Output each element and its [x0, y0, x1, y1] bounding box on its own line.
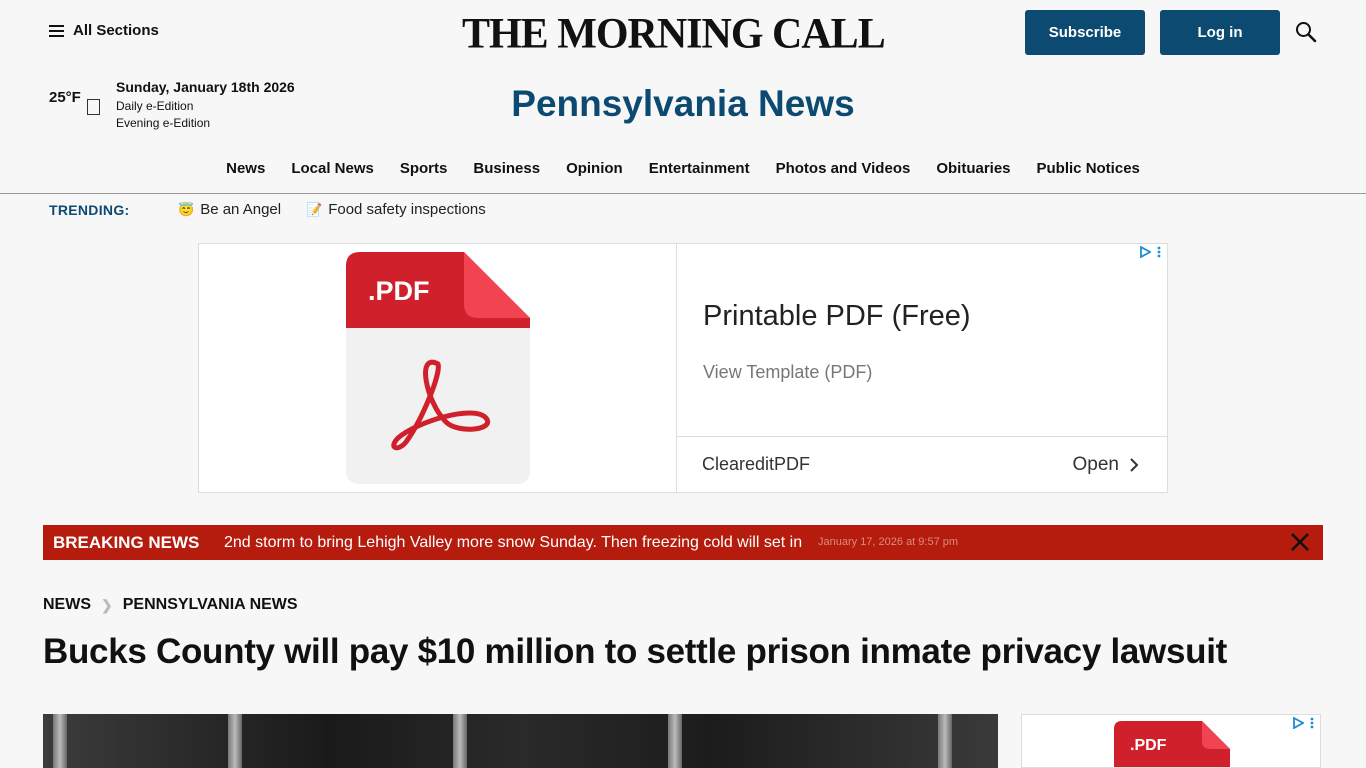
article-headline: Bucks County will pay $10 million to set… — [43, 632, 1227, 671]
chevron-right-icon — [1130, 458, 1139, 472]
nav-item-entertainment[interactable]: Entertainment — [636, 160, 763, 177]
all-sections-label: All Sections — [73, 22, 159, 39]
ad-brand[interactable]: CleareditPDF — [702, 454, 810, 475]
nav-item-sports[interactable]: Sports — [387, 160, 461, 177]
pdf-label: .PDF — [368, 276, 430, 306]
trending-label: TRENDING: — [49, 202, 130, 218]
image-cell-bar — [453, 714, 467, 768]
masthead-logo[interactable]: THE MORNING CALL — [462, 10, 886, 59]
side-ad[interactable]: .PDF — [1021, 714, 1321, 768]
chevron-right-icon: ❯ — [101, 596, 113, 613]
hamburger-icon — [49, 24, 64, 37]
section-title: Pennsylvania News — [511, 83, 855, 124]
breadcrumb: NEWS ❯ PENNSYLVANIA NEWS — [43, 596, 298, 614]
ad-open-label: Open — [1072, 454, 1119, 475]
login-button[interactable]: Log in — [1160, 10, 1280, 55]
ad-footer: CleareditPDF Open — [677, 436, 1167, 492]
adchoices-controls[interactable] — [1139, 246, 1161, 258]
breaking-news-link[interactable]: 2nd storm to bring Lehigh Valley more sn… — [224, 534, 802, 552]
breaking-news-timestamp: January 17, 2026 at 9:57 pm — [818, 536, 959, 548]
nav-divider — [0, 193, 1366, 194]
trending-item-label: Be an Angel — [200, 201, 282, 218]
nav-item-local-news[interactable]: Local News — [278, 160, 387, 177]
nav-item-public-notices[interactable]: Public Notices — [1024, 160, 1153, 177]
pdf-file-icon: .PDF — [1114, 721, 1230, 767]
trending-item-label: Food safety inspections — [328, 201, 486, 218]
breaking-news-bar: BREAKING NEWS 2nd storm to bring Lehigh … — [43, 525, 1323, 560]
subscribe-button[interactable]: Subscribe — [1025, 10, 1145, 55]
ad-title[interactable]: Printable PDF (Free) — [703, 300, 971, 333]
nav-item-news[interactable]: News — [213, 160, 278, 177]
ad-image-panel: .PDF — [199, 244, 677, 492]
trending-item-food-safety[interactable]: 📝 Food safety inspections — [306, 201, 486, 218]
ad-open-button[interactable]: Open — [1073, 454, 1139, 476]
ad-banner[interactable]: .PDF Printable PDF (Free) View Template … — [198, 243, 1168, 493]
more-vertical-icon[interactable] — [1157, 246, 1161, 258]
image-cell-bar — [228, 714, 242, 768]
side-ad-pdf-label: .PDF — [1130, 737, 1167, 754]
memo-icon: 📝 — [306, 201, 323, 217]
close-icon[interactable] — [1289, 531, 1311, 553]
ad-subtitle[interactable]: View Template (PDF) — [703, 362, 872, 383]
trending-item-be-an-angel[interactable]: 😇 Be an Angel — [178, 201, 281, 218]
breadcrumb-news[interactable]: NEWS — [43, 596, 91, 614]
pdf-file-icon: .PDF — [346, 252, 530, 484]
main-nav: News Local News Sports Business Opinion … — [0, 160, 1366, 177]
adchoices-icon[interactable] — [1139, 246, 1151, 258]
image-cell-bar — [53, 714, 67, 768]
nav-item-obituaries[interactable]: Obituaries — [923, 160, 1023, 177]
top-bar: All Sections THE MORNING CALL Subscribe … — [0, 0, 1366, 66]
more-vertical-icon[interactable] — [1310, 717, 1314, 729]
adchoices-icon[interactable] — [1292, 717, 1304, 729]
breadcrumb-pennsylvania-news[interactable]: PENNSYLVANIA NEWS — [123, 596, 298, 614]
all-sections-button[interactable]: All Sections — [49, 22, 159, 39]
image-cell-bar — [668, 714, 682, 768]
nav-item-opinion[interactable]: Opinion — [553, 160, 636, 177]
search-icon[interactable] — [1295, 21, 1317, 43]
nav-item-photos-videos[interactable]: Photos and Videos — [763, 160, 924, 177]
adchoices-controls[interactable] — [1292, 717, 1314, 729]
article-hero-image[interactable] — [43, 714, 998, 768]
breaking-news-label: BREAKING NEWS — [53, 533, 200, 552]
image-cell-bar — [938, 714, 952, 768]
nav-item-business[interactable]: Business — [460, 160, 553, 177]
angel-icon: 😇 — [178, 201, 195, 217]
